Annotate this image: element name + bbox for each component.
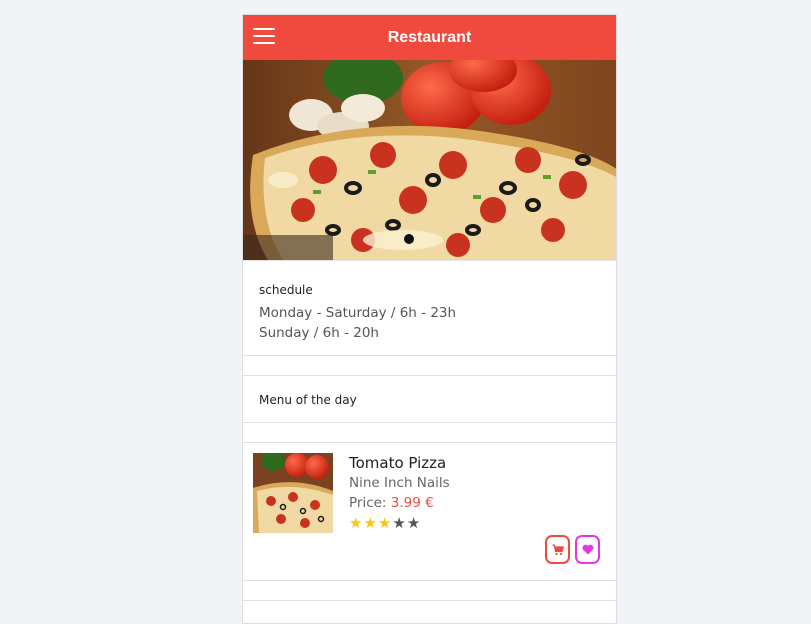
price-value: 3.99 € xyxy=(390,495,434,511)
menu-item-subtitle: Nine Inch Nails xyxy=(349,475,450,491)
rating-stars: ★★★★★ xyxy=(349,513,450,533)
page-title: Restaurant xyxy=(387,29,472,46)
star-filled-icon: ★ xyxy=(349,514,364,532)
star-empty-icon: ★ xyxy=(406,514,422,532)
spacer xyxy=(243,423,616,443)
menu-item-info: Tomato Pizza Nine Inch Nails Price: 3.99… xyxy=(349,453,450,533)
menu-of-day-title: Menu of the day xyxy=(259,393,357,407)
spacer xyxy=(243,581,616,601)
price-label: Price: xyxy=(349,495,391,511)
app-header: Restaurant xyxy=(243,15,616,60)
star-filled-icon: ★ xyxy=(377,514,393,532)
slider-indicator-dot[interactable] xyxy=(404,234,414,244)
cart-icon xyxy=(552,544,564,555)
menu-item[interactable]: Tomato Pizza Nine Inch Nails Price: 3.99… xyxy=(243,443,616,581)
menu-item-thumbnail xyxy=(253,453,333,533)
app-container: Restaurant schedule Monday - Saturday / … xyxy=(242,14,617,624)
favorite-button[interactable] xyxy=(575,535,600,564)
hero-slider[interactable] xyxy=(243,60,616,260)
spacer xyxy=(243,356,616,376)
schedule-weekdays: Monday - Saturday / 6h - 23h xyxy=(259,305,457,321)
menu-item-name: Tomato Pizza xyxy=(349,454,447,472)
add-to-cart-button[interactable] xyxy=(545,535,570,564)
schedule-title: schedule xyxy=(259,283,313,297)
next-card-partial xyxy=(243,601,616,623)
star-filled-icon: ★ xyxy=(363,514,378,532)
schedule-card: schedule Monday - Saturday / 6h - 23h Su… xyxy=(243,265,616,356)
pizza-hero-image xyxy=(243,60,616,260)
schedule-sunday: Sunday / 6h - 20h xyxy=(259,325,379,341)
heart-icon xyxy=(582,544,593,555)
star-empty-icon: ★ xyxy=(392,514,407,532)
menu-item-price: Price: 3.99 € xyxy=(349,493,450,513)
menu-of-day-header: Menu of the day xyxy=(243,376,616,423)
